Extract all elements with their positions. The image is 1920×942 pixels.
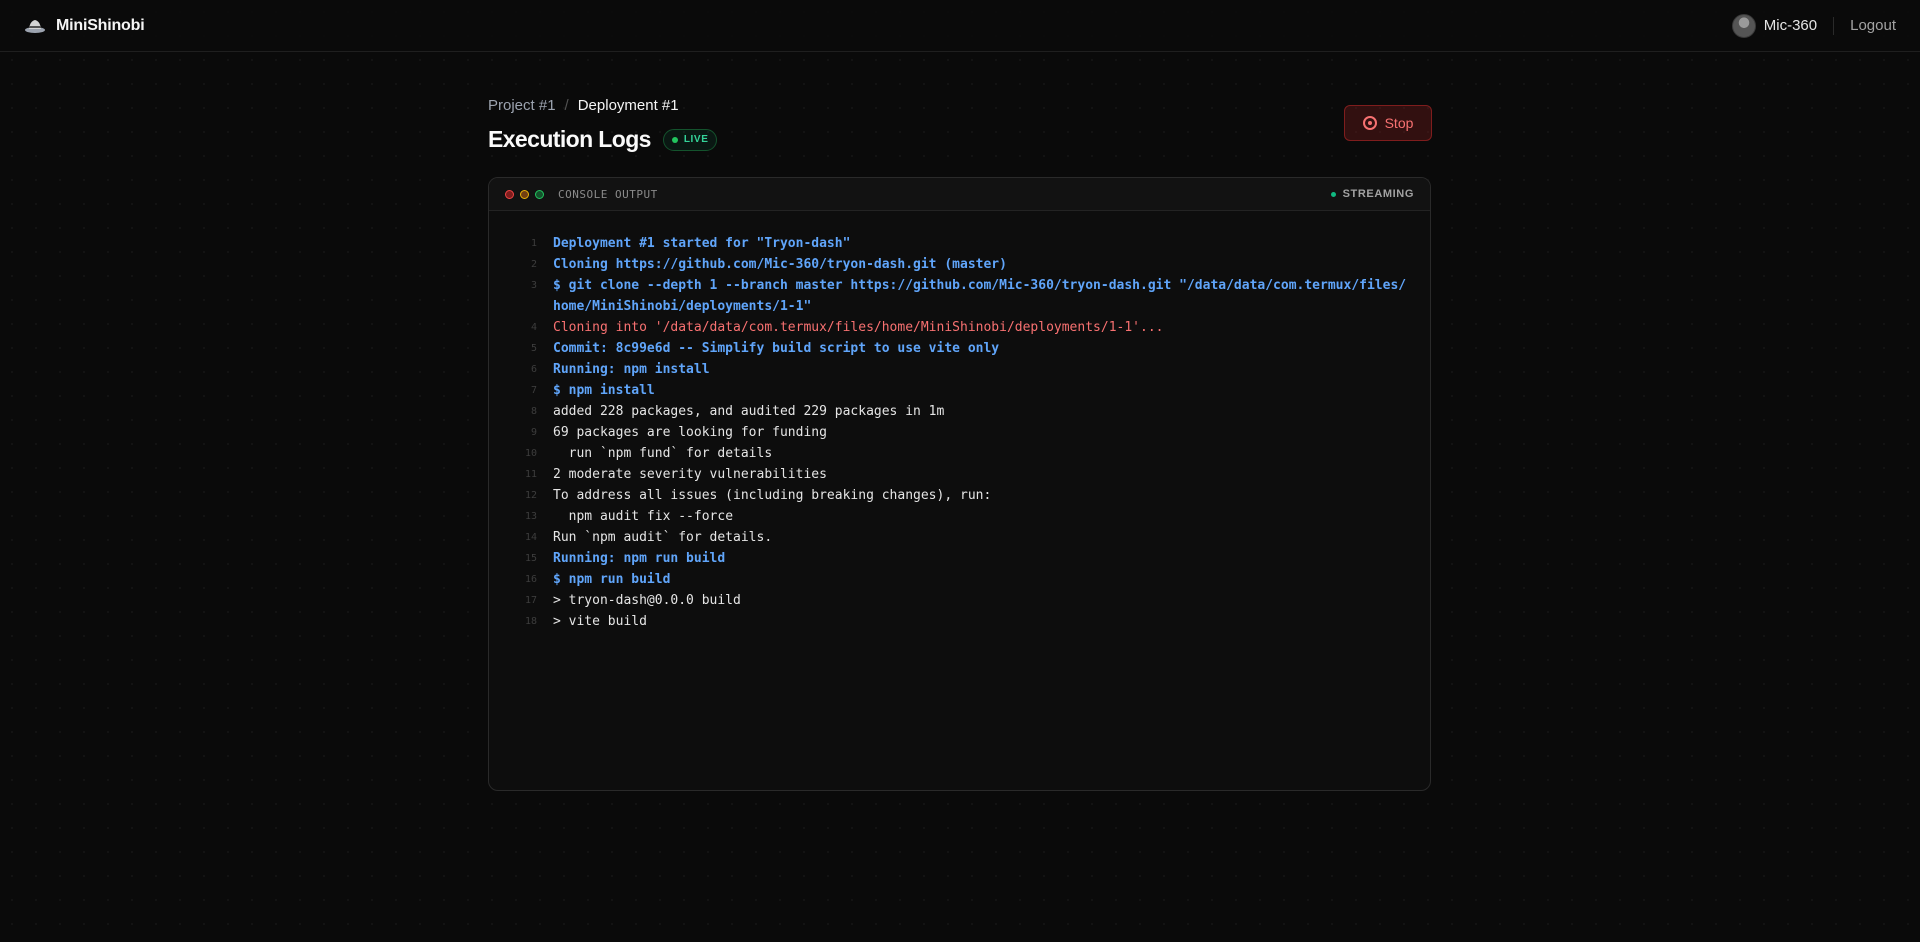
live-dot-icon: [671, 136, 678, 143]
log-text: 69 packages are looking for funding: [553, 425, 827, 440]
log-line: 3 $ git clone --depth 1 --branch master h…: [505, 275, 1414, 317]
minimize-dot-icon: [520, 189, 529, 199]
log-text: To address all issues (including breakin…: [553, 488, 992, 503]
line-number: 6: [530, 364, 537, 375]
log-text: > tryon-dash@0.0.0 build: [553, 593, 741, 608]
line-number: 4: [530, 322, 537, 333]
streaming-label: STREAMING: [1342, 188, 1414, 200]
line-number: 8: [530, 406, 537, 417]
log-text: $ git clone --depth 1 --branch master ht…: [553, 278, 1407, 314]
live-badge: LIVE: [662, 128, 718, 151]
title-row: Execution Logs LIVE: [488, 126, 1431, 153]
line-number: 10: [524, 448, 537, 459]
log-line: 10 run `npm fund` for details: [505, 443, 1414, 464]
log-text: Cloning into '/data/data/com.termux/file…: [553, 320, 1164, 335]
log-line: 11 2 moderate severity vulnerabilities: [505, 464, 1414, 485]
breadcrumb-current: Deployment #1: [577, 96, 679, 114]
log-line: 4 Cloning into '/data/data/com.termux/fil…: [505, 317, 1414, 338]
window-controls: [505, 189, 544, 199]
avatar[interactable]: [1731, 13, 1756, 38]
stop-button-label: Stop: [1384, 115, 1414, 131]
log-text: npm audit fix --force: [553, 509, 734, 524]
console-title: CONSOLE OUTPUT: [558, 187, 658, 201]
line-number: 14: [524, 532, 537, 543]
log-text: run `npm fund` for details: [553, 446, 773, 461]
brand[interactable]: MiniShinobi: [24, 15, 145, 37]
line-number: 3: [530, 280, 537, 291]
log-line: 9 69 packages are looking for funding: [505, 422, 1414, 443]
line-number: 15: [524, 553, 537, 564]
stop-circle-icon: [1362, 116, 1377, 130]
line-number: 16: [524, 574, 537, 585]
log-line: 6 Running: npm install: [505, 359, 1414, 380]
log-line: 18 > vite build: [505, 611, 1414, 632]
streaming-dot-icon: [1330, 191, 1336, 197]
username[interactable]: Mic-360: [1764, 17, 1817, 34]
log-line: 13 npm audit fix --force: [505, 506, 1414, 527]
log-text: Deployment #1 started for "Tryon-dash": [553, 236, 851, 251]
log-text: added 228 packages, and audited 229 pack…: [553, 404, 945, 419]
stop-button[interactable]: Stop: [1344, 105, 1432, 141]
console-header: CONSOLE OUTPUT STREAMING: [489, 178, 1430, 211]
log-line: 14 Run `npm audit` for details.: [505, 527, 1414, 548]
log-text: > vite build: [553, 614, 647, 629]
line-number: 13: [524, 511, 537, 522]
log-text: Run `npm audit` for details.: [553, 530, 773, 545]
log-output[interactable]: 1 Deployment #1 started for "Tryon-dash" 2…: [489, 211, 1430, 632]
log-text: Commit: 8c99e6d -- Simplify build script…: [553, 341, 1000, 356]
close-dot-icon: [505, 189, 514, 199]
main-content: Project #1 / Deployment #1 Execution Log…: [488, 94, 1432, 791]
line-number: 1: [530, 238, 537, 249]
breadcrumb: Project #1 / Deployment #1: [488, 94, 1431, 116]
log-line: 2 Cloning https://github.com/Mic-360/tryo…: [505, 254, 1414, 275]
log-line: 12 To address all issues (including break…: [505, 485, 1414, 506]
log-text: Cloning https://github.com/Mic-360/tryon…: [553, 257, 1007, 272]
breadcrumb-project-link[interactable]: Project #1: [488, 97, 556, 114]
line-number: 18: [524, 616, 537, 627]
log-text: Running: npm install: [553, 362, 710, 377]
live-badge-label: LIVE: [683, 134, 709, 145]
line-number: 17: [524, 595, 537, 606]
log-line: 5 Commit: 8c99e6d -- Simplify build scrip…: [505, 338, 1414, 359]
streaming-status: STREAMING: [1330, 188, 1414, 200]
divider: [1833, 16, 1835, 35]
log-text: Running: npm run build: [553, 551, 726, 566]
line-number: 7: [530, 385, 537, 396]
line-number: 12: [524, 490, 537, 501]
logout-button[interactable]: Logout: [1850, 17, 1896, 34]
log-line: 16 $ npm run build: [505, 569, 1414, 590]
log-line: 17 > tryon-dash@0.0.0 build: [505, 590, 1414, 611]
log-line: 1 Deployment #1 started for "Tryon-dash": [505, 233, 1414, 254]
line-number: 9: [530, 427, 537, 438]
log-line: 15 Running: npm run build: [505, 548, 1414, 569]
log-text: $ npm run build: [553, 572, 671, 587]
line-number: 5: [530, 343, 537, 354]
breadcrumb-separator: /: [564, 96, 569, 114]
line-number: 2: [530, 259, 537, 270]
log-line: 8 added 228 packages, and audited 229 pac…: [505, 401, 1414, 422]
log-line: 7 $ npm install: [505, 380, 1414, 401]
line-number: 11: [524, 469, 537, 480]
top-navbar: MiniShinobi Mic-360 Logout: [0, 0, 1920, 52]
log-text: $ npm install: [553, 383, 655, 398]
page-title: Execution Logs: [488, 126, 651, 152]
brand-name: MiniShinobi: [56, 16, 145, 34]
maximize-dot-icon: [535, 189, 544, 199]
console-panel: CONSOLE OUTPUT STREAMING 1 Deployment #1 …: [488, 177, 1431, 791]
log-text: 2 moderate severity vulnerabilities: [553, 467, 827, 482]
user-menu: Mic-360 Logout: [1731, 13, 1896, 38]
ninja-hat-icon: [24, 15, 46, 37]
